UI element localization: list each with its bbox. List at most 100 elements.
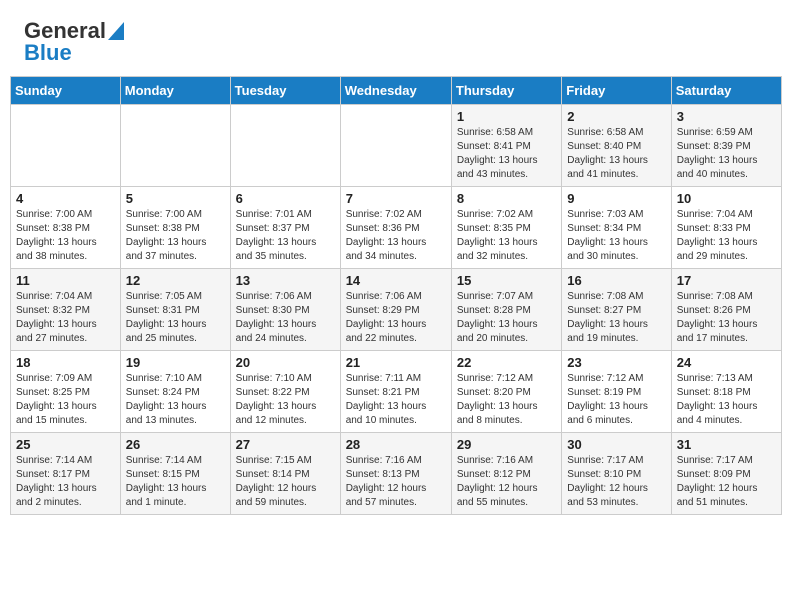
- day-info: Sunrise: 7:10 AM Sunset: 8:22 PM Dayligh…: [236, 372, 335, 428]
- calendar-cell: [11, 105, 121, 187]
- day-info: Sunrise: 7:09 AM Sunset: 8:25 PM Dayligh…: [16, 372, 115, 428]
- calendar-cell: [230, 105, 340, 187]
- day-info: Sunrise: 6:58 AM Sunset: 8:40 PM Dayligh…: [567, 126, 665, 182]
- day-number: 15: [457, 273, 556, 288]
- day-number: 14: [346, 273, 446, 288]
- day-info: Sunrise: 7:06 AM Sunset: 8:29 PM Dayligh…: [346, 290, 446, 346]
- day-number: 12: [126, 273, 225, 288]
- calendar-cell: 21 Sunrise: 7:11 AM Sunset: 8:21 PM Dayli…: [340, 351, 451, 433]
- calendar-table: SundayMondayTuesdayWednesdayThursdayFrid…: [10, 76, 782, 515]
- calendar-cell: 3Sunrise: 6:59 AM Sunset: 8:39 PM Daylig…: [671, 105, 781, 187]
- day-info: Sunrise: 7:04 AM Sunset: 8:32 PM Dayligh…: [16, 290, 115, 346]
- calendar-cell: 26 Sunrise: 7:14 AM Sunset: 8:15 PM Dayli…: [120, 433, 230, 515]
- day-info: Sunrise: 7:14 AM Sunset: 8:15 PM Dayligh…: [126, 454, 225, 510]
- day-number: 23: [567, 355, 665, 370]
- day-info: Sunrise: 7:17 AM Sunset: 8:10 PM Dayligh…: [567, 454, 665, 510]
- calendar-cell: 30 Sunrise: 7:17 AM Sunset: 8:10 PM Dayli…: [562, 433, 671, 515]
- calendar-cell: 29 Sunrise: 7:16 AM Sunset: 8:12 PM Dayli…: [451, 433, 561, 515]
- calendar-cell: 28 Sunrise: 7:16 AM Sunset: 8:13 PM Dayli…: [340, 433, 451, 515]
- calendar-cell: 7 Sunrise: 7:02 AM Sunset: 8:36 PM Daylig…: [340, 187, 451, 269]
- logo-blue: Blue: [24, 40, 72, 66]
- day-number: 30: [567, 437, 665, 452]
- day-info: Sunrise: 7:00 AM Sunset: 8:38 PM Dayligh…: [126, 208, 225, 264]
- calendar-cell: 20Sunrise: 7:10 AM Sunset: 8:22 PM Dayli…: [230, 351, 340, 433]
- day-info: Sunrise: 7:13 AM Sunset: 8:18 PM Dayligh…: [677, 372, 776, 428]
- day-number: 1: [457, 109, 556, 124]
- day-info: Sunrise: 7:00 AM Sunset: 8:38 PM Dayligh…: [16, 208, 115, 264]
- day-info: Sunrise: 7:02 AM Sunset: 8:36 PM Dayligh…: [346, 208, 446, 264]
- calendar-week-row: 11 Sunrise: 7:04 AM Sunset: 8:32 PM Dayli…: [11, 269, 782, 351]
- calendar-cell: 17 Sunrise: 7:08 AM Sunset: 8:26 PM Dayli…: [671, 269, 781, 351]
- day-info: Sunrise: 7:08 AM Sunset: 8:27 PM Dayligh…: [567, 290, 665, 346]
- day-info: Sunrise: 7:02 AM Sunset: 8:35 PM Dayligh…: [457, 208, 556, 264]
- calendar-cell: 6 Sunrise: 7:01 AM Sunset: 8:37 PM Daylig…: [230, 187, 340, 269]
- calendar-cell: 9 Sunrise: 7:03 AM Sunset: 8:34 PM Daylig…: [562, 187, 671, 269]
- logo-icon: [108, 22, 124, 40]
- calendar-week-row: 1 Sunrise: 6:58 AM Sunset: 8:41 PM Daylig…: [11, 105, 782, 187]
- day-info: Sunrise: 7:11 AM Sunset: 8:21 PM Dayligh…: [346, 372, 446, 428]
- day-info: Sunrise: 7:07 AM Sunset: 8:28 PM Dayligh…: [457, 290, 556, 346]
- calendar-cell: 12 Sunrise: 7:05 AM Sunset: 8:31 PM Dayli…: [120, 269, 230, 351]
- weekday-header-sunday: Sunday: [11, 77, 121, 105]
- day-info: Sunrise: 7:12 AM Sunset: 8:20 PM Dayligh…: [457, 372, 556, 428]
- day-info: Sunrise: 7:04 AM Sunset: 8:33 PM Dayligh…: [677, 208, 776, 264]
- weekday-header-tuesday: Tuesday: [230, 77, 340, 105]
- calendar-cell: 27 Sunrise: 7:15 AM Sunset: 8:14 PM Dayli…: [230, 433, 340, 515]
- weekday-header-row: SundayMondayTuesdayWednesdayThursdayFrid…: [11, 77, 782, 105]
- day-number: 8: [457, 191, 556, 206]
- day-number: 2: [567, 109, 665, 124]
- day-number: 9: [567, 191, 665, 206]
- day-number: 27: [236, 437, 335, 452]
- logo: General Blue: [24, 18, 124, 66]
- day-info: Sunrise: 7:10 AM Sunset: 8:24 PM Dayligh…: [126, 372, 225, 428]
- day-number: 21: [346, 355, 446, 370]
- day-number: 18: [16, 355, 115, 370]
- day-number: 17: [677, 273, 776, 288]
- day-info: Sunrise: 6:59 AM Sunset: 8:39 PM Dayligh…: [677, 126, 776, 182]
- day-info: Sunrise: 7:03 AM Sunset: 8:34 PM Dayligh…: [567, 208, 665, 264]
- day-number: 22: [457, 355, 556, 370]
- day-number: 24: [677, 355, 776, 370]
- day-number: 7: [346, 191, 446, 206]
- day-number: 25: [16, 437, 115, 452]
- day-info: Sunrise: 7:08 AM Sunset: 8:26 PM Dayligh…: [677, 290, 776, 346]
- day-number: 6: [236, 191, 335, 206]
- day-number: 26: [126, 437, 225, 452]
- day-info: Sunrise: 7:05 AM Sunset: 8:31 PM Dayligh…: [126, 290, 225, 346]
- calendar-cell: 14 Sunrise: 7:06 AM Sunset: 8:29 PM Dayli…: [340, 269, 451, 351]
- day-number: 31: [677, 437, 776, 452]
- calendar-cell: 15 Sunrise: 7:07 AM Sunset: 8:28 PM Dayli…: [451, 269, 561, 351]
- day-number: 29: [457, 437, 556, 452]
- day-info: Sunrise: 7:16 AM Sunset: 8:13 PM Dayligh…: [346, 454, 446, 510]
- day-info: Sunrise: 7:14 AM Sunset: 8:17 PM Dayligh…: [16, 454, 115, 510]
- calendar-week-row: 25 Sunrise: 7:14 AM Sunset: 8:17 PM Dayli…: [11, 433, 782, 515]
- calendar-cell: 24 Sunrise: 7:13 AM Sunset: 8:18 PM Dayli…: [671, 351, 781, 433]
- calendar-cell: 8 Sunrise: 7:02 AM Sunset: 8:35 PM Daylig…: [451, 187, 561, 269]
- calendar-cell: 10Sunrise: 7:04 AM Sunset: 8:33 PM Dayli…: [671, 187, 781, 269]
- day-info: Sunrise: 7:16 AM Sunset: 8:12 PM Dayligh…: [457, 454, 556, 510]
- calendar-cell: 4Sunrise: 7:00 AM Sunset: 8:38 PM Daylig…: [11, 187, 121, 269]
- day-info: Sunrise: 7:01 AM Sunset: 8:37 PM Dayligh…: [236, 208, 335, 264]
- day-number: 28: [346, 437, 446, 452]
- day-number: 19: [126, 355, 225, 370]
- weekday-header-wednesday: Wednesday: [340, 77, 451, 105]
- weekday-header-monday: Monday: [120, 77, 230, 105]
- calendar-week-row: 18 Sunrise: 7:09 AM Sunset: 8:25 PM Dayli…: [11, 351, 782, 433]
- day-info: Sunrise: 7:06 AM Sunset: 8:30 PM Dayligh…: [236, 290, 335, 346]
- day-number: 13: [236, 273, 335, 288]
- page-header: General Blue: [0, 0, 792, 76]
- day-info: Sunrise: 7:17 AM Sunset: 8:09 PM Dayligh…: [677, 454, 776, 510]
- calendar-week-row: 4Sunrise: 7:00 AM Sunset: 8:38 PM Daylig…: [11, 187, 782, 269]
- weekday-header-friday: Friday: [562, 77, 671, 105]
- calendar-cell: [120, 105, 230, 187]
- day-number: 11: [16, 273, 115, 288]
- calendar-cell: 23Sunrise: 7:12 AM Sunset: 8:19 PM Dayli…: [562, 351, 671, 433]
- calendar-cell: 5Sunrise: 7:00 AM Sunset: 8:38 PM Daylig…: [120, 187, 230, 269]
- day-info: Sunrise: 6:58 AM Sunset: 8:41 PM Dayligh…: [457, 126, 556, 182]
- calendar-wrapper: SundayMondayTuesdayWednesdayThursdayFrid…: [0, 76, 792, 525]
- calendar-cell: 1 Sunrise: 6:58 AM Sunset: 8:41 PM Daylig…: [451, 105, 561, 187]
- calendar-cell: 22 Sunrise: 7:12 AM Sunset: 8:20 PM Dayli…: [451, 351, 561, 433]
- calendar-cell: 25 Sunrise: 7:14 AM Sunset: 8:17 PM Dayli…: [11, 433, 121, 515]
- calendar-cell: 19 Sunrise: 7:10 AM Sunset: 8:24 PM Dayli…: [120, 351, 230, 433]
- day-info: Sunrise: 7:15 AM Sunset: 8:14 PM Dayligh…: [236, 454, 335, 510]
